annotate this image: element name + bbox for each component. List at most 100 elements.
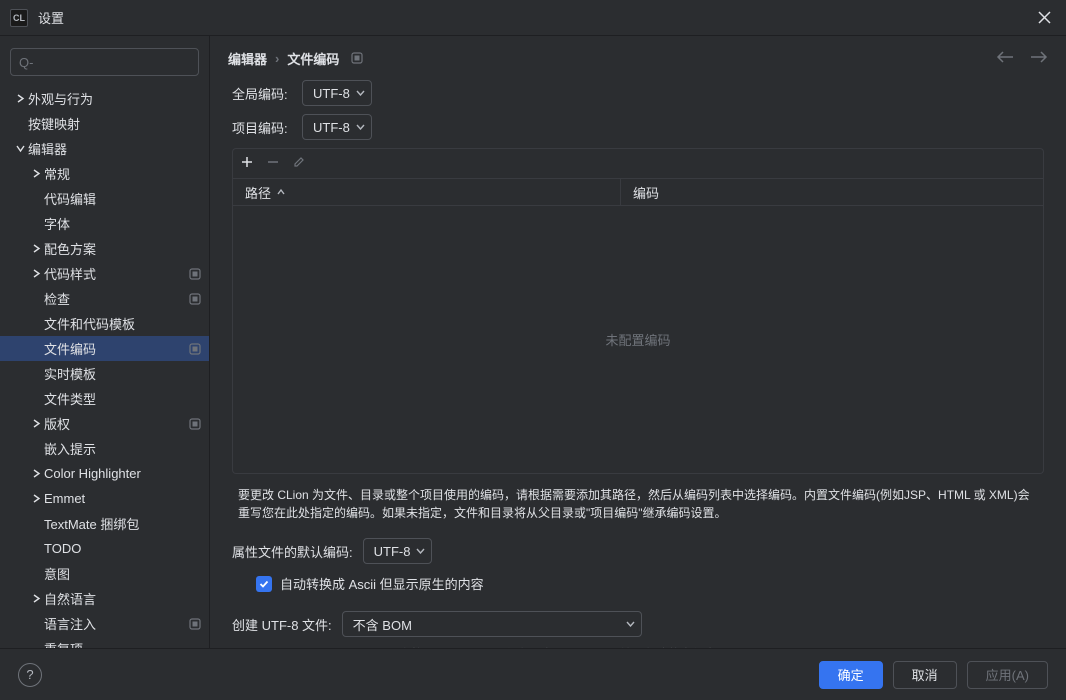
- ok-button[interactable]: 确定: [819, 661, 883, 689]
- cancel-button[interactable]: 取消: [893, 661, 957, 689]
- tree-item[interactable]: 版权: [0, 411, 209, 436]
- tree-item[interactable]: 嵌入提示: [0, 436, 209, 461]
- tree-item[interactable]: 配色方案: [0, 236, 209, 261]
- global-encoding-combo[interactable]: UTF-8: [302, 80, 372, 106]
- tree-item-label: Emmet: [44, 491, 201, 506]
- scope-badge-icon: [189, 343, 201, 355]
- breadcrumb-current: 文件编码: [287, 49, 339, 68]
- tree-item[interactable]: 字体: [0, 211, 209, 236]
- ascii-checkbox-label[interactable]: 自动转换成 Ascii 但显示原生的内容: [280, 574, 484, 593]
- tree-item[interactable]: 代码样式: [0, 261, 209, 286]
- scope-badge-icon: [189, 268, 201, 280]
- forward-button[interactable]: [1030, 51, 1048, 66]
- apply-button[interactable]: 应用(A): [967, 661, 1048, 689]
- tree-item[interactable]: 代码编辑: [0, 186, 209, 211]
- scope-badge-icon: [351, 52, 363, 64]
- tree-item-label: 常规: [44, 164, 201, 183]
- tree-item[interactable]: 文件类型: [0, 386, 209, 411]
- back-button[interactable]: [996, 51, 1014, 66]
- chevron-down-icon: [626, 621, 635, 627]
- tree-item[interactable]: 文件和代码模板: [0, 311, 209, 336]
- table-toolbar: [232, 148, 1044, 178]
- help-text: 要更改 CLion 为文件、目录或整个项目使用的编码，请根据需要添加其路径，然后…: [238, 486, 1038, 522]
- props-encoding-label: 属性文件的默认编码:: [232, 542, 353, 561]
- tree-item[interactable]: 编辑器: [0, 136, 209, 161]
- tree-item[interactable]: 重复项: [0, 636, 209, 648]
- global-encoding-label: 全局编码:: [232, 84, 292, 103]
- close-button[interactable]: [1032, 6, 1056, 30]
- tree-item-label: 配色方案: [44, 239, 201, 258]
- tree-item-label: 文件类型: [44, 389, 201, 408]
- settings-tree: 外观与行为按键映射编辑器常规代码编辑字体配色方案代码样式检查文件和代码模板文件编…: [0, 86, 209, 648]
- chevron-down-icon: [356, 124, 365, 130]
- sort-asc-icon: [277, 188, 285, 196]
- tree-item-label: TODO: [44, 541, 201, 556]
- tree-item[interactable]: Emmet: [0, 486, 209, 511]
- chevron-down-icon[interactable]: [12, 144, 28, 153]
- tree-item-label: 代码样式: [44, 264, 189, 283]
- app-icon: CL: [10, 9, 28, 27]
- tree-item[interactable]: 语言注入: [0, 611, 209, 636]
- ascii-checkbox[interactable]: [256, 576, 272, 592]
- tree-item-label: 按键映射: [28, 114, 201, 133]
- table-header: 路径 编码: [232, 178, 1044, 206]
- tree-item-label: 版权: [44, 414, 189, 433]
- tree-item[interactable]: 按键映射: [0, 111, 209, 136]
- chevron-right-icon[interactable]: [28, 594, 44, 603]
- breadcrumb: 编辑器 › 文件编码: [228, 49, 363, 68]
- bom-combo[interactable]: 不含 BOM: [342, 611, 642, 637]
- tree-item-label: 意图: [44, 564, 201, 583]
- project-encoding-combo[interactable]: UTF-8: [302, 114, 372, 140]
- tree-item[interactable]: 检查: [0, 286, 209, 311]
- scope-badge-icon: [189, 618, 201, 630]
- tree-item[interactable]: 外观与行为: [0, 86, 209, 111]
- table-body: 未配置编码: [232, 206, 1044, 474]
- tree-item-label: 实时模板: [44, 364, 201, 383]
- column-path[interactable]: 路径: [233, 179, 621, 205]
- tree-item-label: 语言注入: [44, 614, 189, 633]
- tree-item-label: 自然语言: [44, 589, 201, 608]
- tree-item[interactable]: Color Highlighter: [0, 461, 209, 486]
- tree-item-label: 嵌入提示: [44, 439, 201, 458]
- tree-item-label: 文件编码: [44, 339, 189, 358]
- tree-item[interactable]: TODO: [0, 536, 209, 561]
- tree-item-label: 文件和代码模板: [44, 314, 201, 333]
- tree-item[interactable]: 实时模板: [0, 361, 209, 386]
- footer: ? 确定 取消 应用(A): [0, 648, 1066, 700]
- chevron-down-icon: [356, 90, 365, 96]
- tree-item-label: 字体: [44, 214, 201, 233]
- edit-button[interactable]: [293, 156, 305, 171]
- sidebar: Q- 外观与行为按键映射编辑器常规代码编辑字体配色方案代码样式检查文件和代码模板…: [0, 36, 210, 648]
- scope-badge-icon: [189, 418, 201, 430]
- tree-item[interactable]: TextMate 捆绑包: [0, 511, 209, 536]
- titlebar: CL 设置: [0, 0, 1066, 36]
- chevron-right-icon[interactable]: [28, 269, 44, 278]
- chevron-down-icon: [416, 548, 425, 554]
- chevron-right-icon[interactable]: [28, 169, 44, 178]
- bom-label: 创建 UTF-8 文件:: [232, 615, 332, 634]
- project-encoding-label: 项目编码:: [232, 118, 292, 137]
- tree-item-label: TextMate 捆绑包: [44, 514, 201, 533]
- remove-button[interactable]: [267, 156, 279, 171]
- search-input[interactable]: Q-: [10, 48, 199, 76]
- tree-item[interactable]: 常规: [0, 161, 209, 186]
- tree-item-label: 重复项: [44, 639, 201, 648]
- chevron-right-icon[interactable]: [28, 494, 44, 503]
- chevron-right-icon[interactable]: [28, 244, 44, 253]
- tree-item-label: Color Highlighter: [44, 466, 201, 481]
- help-button[interactable]: ?: [18, 663, 42, 687]
- add-button[interactable]: [241, 156, 253, 171]
- props-encoding-combo[interactable]: UTF-8: [363, 538, 433, 564]
- window-title: 设置: [38, 8, 64, 27]
- breadcrumb-parent[interactable]: 编辑器: [228, 49, 267, 68]
- chevron-right-icon[interactable]: [12, 94, 28, 103]
- chevron-right-icon[interactable]: [28, 469, 44, 478]
- tree-item[interactable]: 文件编码: [0, 336, 209, 361]
- tree-item-label: 外观与行为: [28, 89, 201, 108]
- tree-item[interactable]: 意图: [0, 561, 209, 586]
- column-encoding[interactable]: 编码: [621, 179, 671, 205]
- breadcrumb-sep: ›: [275, 51, 279, 66]
- chevron-right-icon[interactable]: [28, 419, 44, 428]
- tree-item[interactable]: 自然语言: [0, 586, 209, 611]
- empty-text: 未配置编码: [605, 330, 670, 349]
